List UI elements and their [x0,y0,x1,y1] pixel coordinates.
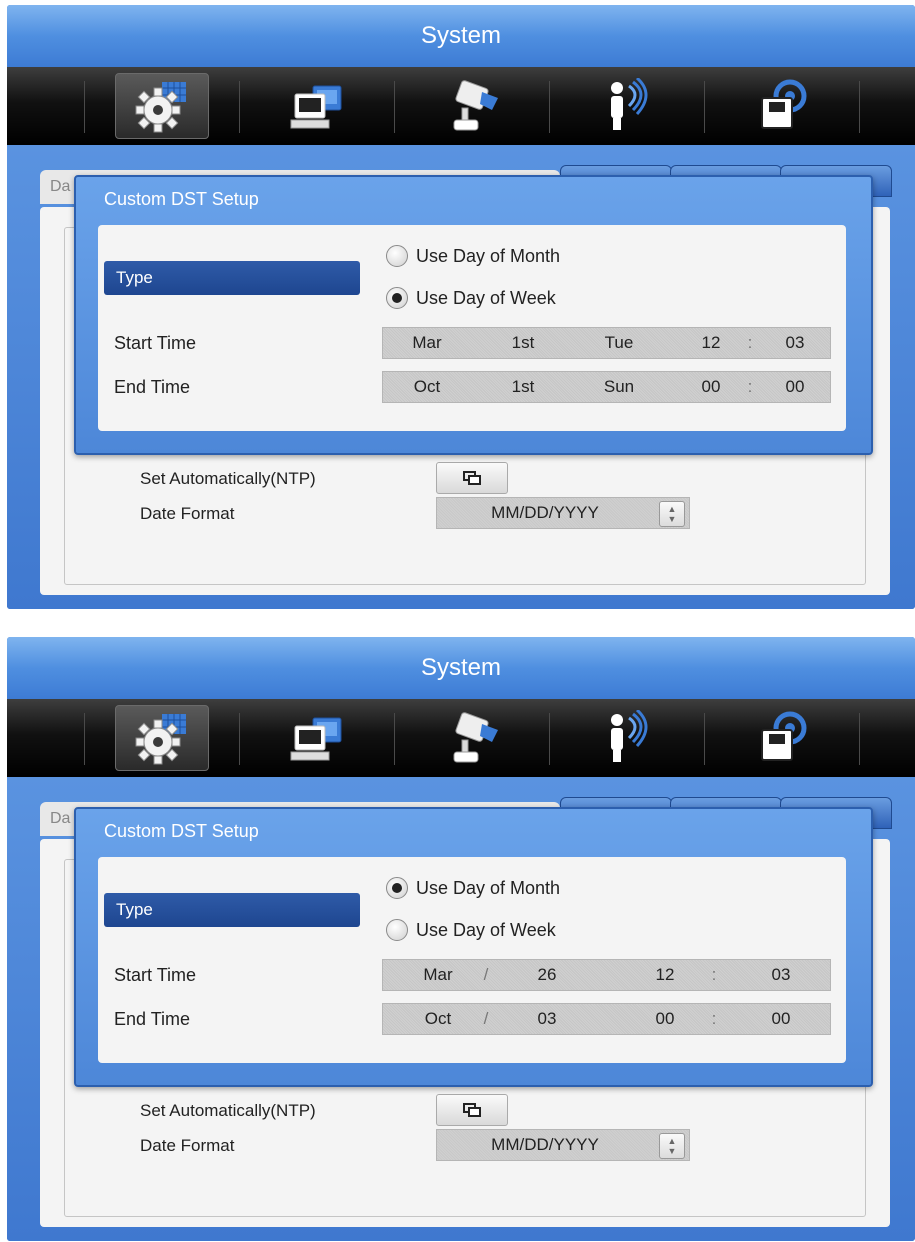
radio-day-of-month[interactable]: Use Day of Month [386,877,560,899]
end-month[interactable]: Oct [413,1004,463,1034]
end-weekday[interactable]: Sun [591,372,647,402]
end-time-field[interactable]: Oct / 03 00 : 00 [382,1003,831,1035]
menu-icon-bar [7,67,915,145]
type-label: Type [104,893,360,927]
custom-dst-dialog: Custom DST Setup Type Use Day of Month U… [74,175,873,455]
radio-button-selected-icon[interactable] [386,287,408,309]
start-weekday[interactable]: Tue [591,328,647,358]
date-format-value: MM/DD/YYYY [491,503,599,522]
end-day[interactable]: 03 [527,1004,567,1034]
toolbar-event-button[interactable] [549,67,704,145]
start-time-label: Start Time [114,333,197,353]
start-time-field[interactable]: Mar 1st Tue 12 : 03 [382,327,831,359]
toolbar-system-button[interactable] [84,699,239,777]
ntp-label: Set Automatically(NTP) [140,469,316,488]
custom-dst-dialog: Custom DST Setup Type Use Day of Month U… [74,807,873,1087]
start-week-ordinal[interactable]: 1st [495,328,551,358]
network-icon [290,85,341,129]
end-minute[interactable]: 00 [761,1004,801,1034]
start-month[interactable]: Mar [413,960,463,990]
end-minute[interactable]: 00 [775,372,815,402]
end-time-field[interactable]: Oct 1st Sun 00 : 00 [382,371,831,403]
radio-day-of-month-label: Use Day of Month [416,877,561,898]
time-colon: : [747,377,753,396]
ntp-label: Set Automatically(NTP) [140,1101,316,1120]
date-slash: / [483,965,489,984]
radio-day-of-month-label: Use Day of Month [416,245,561,266]
ntp-button[interactable] [436,1094,508,1126]
start-hour[interactable]: 12 [645,960,685,990]
start-minute[interactable]: 03 [775,328,815,358]
toolbar-event-button[interactable] [549,699,704,777]
date-format-select[interactable]: MM/DD/YYYY ▲ ▼ [436,497,690,529]
date-format-value: MM/DD/YYYY [491,1135,599,1154]
radio-day-of-week[interactable]: Use Day of Week [386,287,556,309]
toolbar-device-button[interactable] [394,67,549,145]
end-hour[interactable]: 00 [691,372,731,402]
end-month[interactable]: Oct [399,372,455,402]
storage-icon [760,711,806,761]
camera-device-icon [453,80,498,131]
toolbar-device-button[interactable] [394,699,549,777]
network-icon [290,717,341,761]
end-time-label: End Time [114,377,191,397]
start-hour[interactable]: 12 [691,328,731,358]
time-colon: : [747,333,753,352]
spinner-arrows-icon[interactable]: ▲ ▼ [659,1133,685,1159]
radio-day-of-week[interactable]: Use Day of Week [386,919,556,941]
toolbar-system-button[interactable] [84,67,239,145]
toolbar-storage-button[interactable] [704,67,859,145]
start-time-label: Start Time [114,965,197,985]
window-title: System [7,637,915,699]
date-format-label: Date Format [140,1136,235,1155]
window-title: System [7,5,915,67]
time-colon: : [711,965,717,984]
date-slash: / [483,1009,489,1028]
start-time-field[interactable]: Mar / 26 12 : 03 [382,959,831,991]
date-format-select[interactable]: MM/DD/YYYY ▲ ▼ [436,1129,690,1161]
radio-button-selected-icon[interactable] [386,877,408,899]
window-icon [463,1103,481,1117]
system-screen-day-of-month: System Da Set Automatically(NTP) Date Fo… [7,637,915,1241]
radio-button-icon[interactable] [386,919,408,941]
toolbar-network-button[interactable] [239,699,394,777]
date-format-label: Date Format [140,504,235,523]
end-hour[interactable]: 00 [645,1004,685,1034]
end-week-ordinal[interactable]: 1st [495,372,551,402]
start-minute[interactable]: 03 [761,960,801,990]
dialog-body: Type Use Day of Month Use Day of Week St… [98,225,846,431]
radio-day-of-week-label: Use Day of Week [416,919,556,940]
dialog-title: Custom DST Setup [104,821,259,841]
storage-icon [760,79,806,129]
start-month[interactable]: Mar [399,328,455,358]
dialog-body: Type Use Day of Month Use Day of Week St… [98,857,846,1063]
dialog-title: Custom DST Setup [104,189,259,209]
time-colon: : [711,1009,717,1028]
system-screen-day-of-week: System Da Set Automatically(NTP) Date Fo… [7,5,915,609]
spinner-arrows-icon[interactable]: ▲ ▼ [659,501,685,527]
toolbar-network-button[interactable] [239,67,394,145]
radio-day-of-month[interactable]: Use Day of Month [386,245,560,267]
end-time-label: End Time [114,1009,191,1029]
menu-icon-bar [7,699,915,777]
system-settings-icon [135,82,186,133]
window-icon [463,471,481,485]
system-settings-icon [135,714,186,765]
radio-button-icon[interactable] [386,245,408,267]
ntp-button[interactable] [436,462,508,494]
start-day[interactable]: 26 [527,960,567,990]
camera-device-icon [453,712,498,763]
event-icon [610,78,647,130]
radio-day-of-week-label: Use Day of Week [416,287,556,308]
type-label: Type [104,261,360,295]
toolbar-storage-button[interactable] [704,699,859,777]
event-icon [610,710,647,762]
